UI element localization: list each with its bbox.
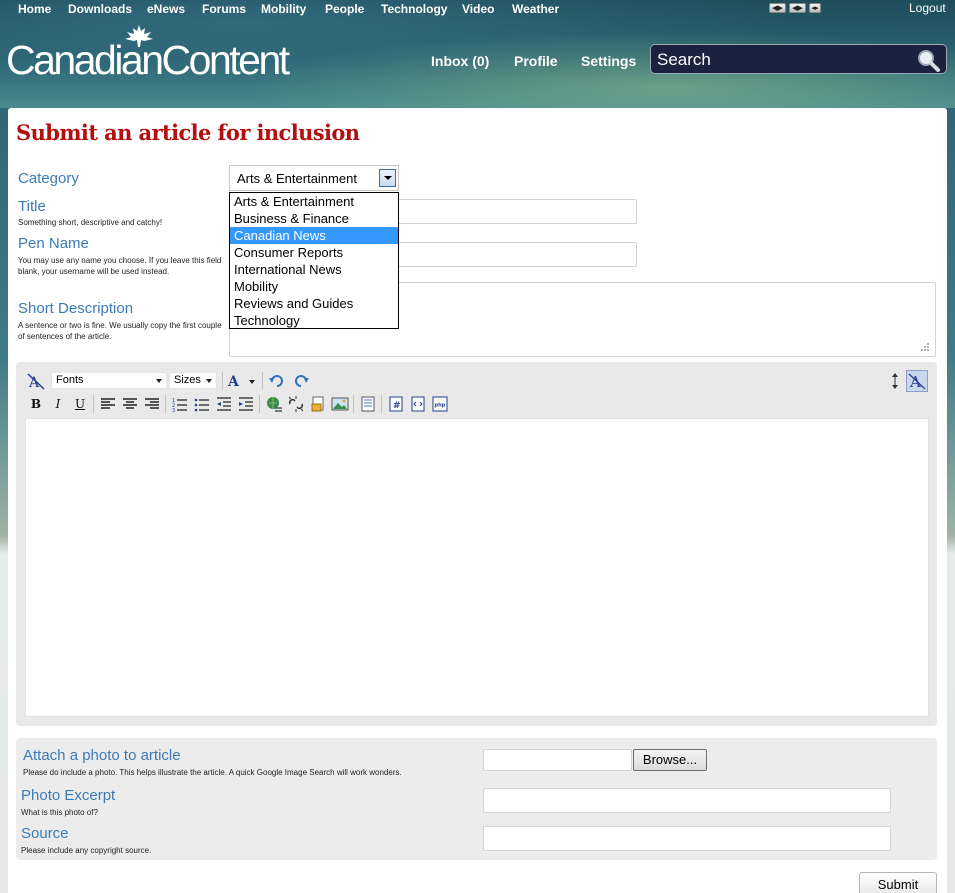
pen-name-help: You may use any name you choose. If you … [18,256,222,276]
toolbar-separator [381,395,382,413]
category-dropdown-list: Arts & Entertainment Business & Finance … [229,192,399,329]
outdent-icon[interactable] [215,395,233,413]
nav-technology[interactable]: Technology [381,2,447,16]
title-label: Title [18,198,46,215]
svg-text:3: 3 [172,408,175,413]
font-size-select[interactable]: Sizes [169,372,217,389]
short-description-label: Short Description [18,300,134,317]
toggle-height-icon[interactable] [888,372,902,390]
submit-button[interactable]: Submit [859,872,937,893]
top-nav: Home Downloads eNews Forums Mobility Peo… [0,0,955,20]
category-option[interactable]: Business & Finance [230,210,398,227]
fixed-width-icon[interactable]: ◂▸ [809,3,821,13]
category-option[interactable]: International News [230,261,398,278]
toggle-html-view-icon[interactable]: A [906,370,928,392]
title-help: Something short, descriptive and catchy! [18,218,163,227]
align-right-icon[interactable] [143,395,161,413]
logout-link[interactable]: Logout [909,1,946,15]
insert-quote-icon[interactable]: # [387,395,405,413]
site-logo[interactable]: CanadianContent [6,38,290,82]
align-center-icon[interactable] [121,395,139,413]
ordered-list-icon[interactable]: 123 [171,395,189,413]
expand-width-icon[interactable]: ◀▶ [789,3,806,13]
search-box [650,44,947,74]
attach-photo-label: Attach a photo to article [23,747,181,764]
nav-mobility[interactable]: Mobility [261,2,306,16]
bold-button[interactable]: B [27,395,45,413]
category-option[interactable]: Mobility [230,278,398,295]
toolbar-separator [222,372,223,390]
unordered-list-icon[interactable] [193,395,211,413]
photo-file-field[interactable] [483,749,632,771]
toolbar-separator [93,395,94,413]
toolbar-separator [262,372,263,390]
clear-format-icon[interactable]: A [27,372,45,390]
category-option[interactable]: Consumer Reports [230,244,398,261]
site-header: Home Downloads eNews Forums Mobility Peo… [0,0,955,108]
toolbar-separator [165,395,166,413]
browse-button[interactable]: Browse... [633,749,707,771]
insert-link-icon[interactable] [265,395,283,413]
short-description-help: A sentence or two is fine. We usually co… [18,321,222,341]
font-color-icon[interactable]: A [227,372,257,390]
category-option[interactable]: Reviews and Guides [230,295,398,312]
underline-button[interactable]: U [71,395,89,413]
insert-image-icon[interactable] [331,395,349,413]
font-family-select[interactable]: Fonts [51,372,167,389]
insert-code-icon[interactable] [409,395,427,413]
insert-file-icon[interactable] [309,395,327,413]
attach-photo-help: Please do include a photo. This helps il… [23,768,402,777]
nav-home[interactable]: Home [18,2,51,16]
inbox-link[interactable]: Inbox (0) [431,53,489,69]
profile-link[interactable]: Profile [514,53,558,69]
redo-icon[interactable] [292,372,310,390]
svg-text:php: php [435,403,446,409]
nav-downloads[interactable]: Downloads [68,2,132,16]
settings-link[interactable]: Settings [581,53,636,69]
search-icon[interactable] [915,48,941,72]
category-option-highlighted[interactable]: Canadian News [230,227,398,244]
svg-text:A: A [28,375,40,390]
align-left-icon[interactable] [99,395,117,413]
nav-people[interactable]: People [325,2,364,16]
svg-text:A: A [227,374,240,390]
shrink-width-icon[interactable]: ◀▶ [769,3,786,13]
nav-enews[interactable]: eNews [147,2,185,16]
undo-icon[interactable] [268,372,286,390]
category-label: Category [18,170,79,187]
italic-button[interactable]: I [49,395,67,413]
source-field[interactable] [483,826,891,851]
resize-grip-icon[interactable] [918,342,930,352]
photo-excerpt-field[interactable] [483,788,891,813]
insert-table-icon[interactable] [359,395,377,413]
svg-text:#: # [393,401,401,411]
nav-forums[interactable]: Forums [202,2,246,16]
insert-php-icon[interactable]: php [431,395,449,413]
indent-icon[interactable] [237,395,255,413]
toolbar-separator [353,395,354,413]
chevron-down-icon[interactable] [379,169,396,187]
category-select[interactable]: Arts & Entertainment [229,165,399,191]
layout-width-controls: ◀▶ ◀▶ ◂▸ [769,3,821,13]
photo-excerpt-label: Photo Excerpt [21,787,116,804]
page-title: Submit an article for inclusion [16,120,360,145]
search-input[interactable] [657,49,907,71]
nav-video[interactable]: Video [462,2,494,16]
toolbar-separator [259,395,260,413]
unlink-icon[interactable] [287,395,305,413]
photo-excerpt-help: What is this photo of? [21,808,98,817]
category-option[interactable]: Technology [230,312,398,329]
editor-content-area[interactable] [25,418,929,717]
source-label: Source [21,825,69,842]
nav-weather[interactable]: Weather [512,2,559,16]
source-help: Please include any copyright source. [21,846,152,855]
category-selected-value: Arts & Entertainment [237,171,357,186]
pen-name-label: Pen Name [18,235,89,252]
category-option[interactable]: Arts & Entertainment [230,193,398,210]
